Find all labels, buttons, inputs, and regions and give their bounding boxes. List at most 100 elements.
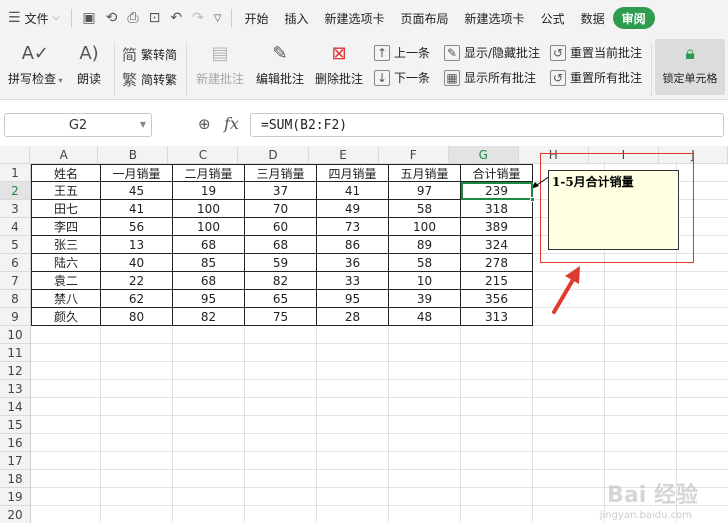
- table-cell[interactable]: 49: [317, 200, 389, 218]
- row-header[interactable]: 18: [0, 470, 31, 488]
- column-header-g[interactable]: G: [448, 146, 519, 164]
- column-header-b[interactable]: B: [98, 146, 169, 164]
- table-cell[interactable]: 41: [317, 182, 389, 200]
- table-cell[interactable]: [31, 416, 101, 434]
- table-cell[interactable]: [101, 362, 173, 380]
- table-cell[interactable]: [461, 344, 533, 362]
- row-header[interactable]: 6: [0, 254, 31, 272]
- table-cell[interactable]: [101, 506, 173, 523]
- row-header[interactable]: 12: [0, 362, 31, 380]
- header-cell[interactable]: 合计销量: [461, 164, 533, 182]
- fill-handle[interactable]: [530, 197, 535, 202]
- table-cell[interactable]: [245, 452, 317, 470]
- column-header-c[interactable]: C: [168, 146, 239, 164]
- table-cell[interactable]: [173, 470, 245, 488]
- table-cell[interactable]: [677, 344, 728, 362]
- table-cell[interactable]: [101, 344, 173, 362]
- table-cell[interactable]: [173, 398, 245, 416]
- table-cell[interactable]: 李四: [31, 218, 101, 236]
- undo-icon[interactable]: ↶: [170, 10, 182, 26]
- table-cell[interactable]: 313: [461, 308, 533, 326]
- table-cell[interactable]: [317, 434, 389, 452]
- table-cell[interactable]: [101, 488, 173, 506]
- table-cell[interactable]: [533, 416, 605, 434]
- table-cell[interactable]: 41: [101, 200, 173, 218]
- table-cell[interactable]: [677, 326, 728, 344]
- table-cell[interactable]: [31, 488, 101, 506]
- table-cell[interactable]: [317, 362, 389, 380]
- table-cell[interactable]: [533, 452, 605, 470]
- table-cell[interactable]: 37: [245, 182, 317, 200]
- table-cell[interactable]: [101, 416, 173, 434]
- table-cell[interactable]: [173, 488, 245, 506]
- table-cell[interactable]: 58: [389, 254, 461, 272]
- tab-insert[interactable]: 插入: [277, 6, 317, 30]
- table-cell[interactable]: [31, 470, 101, 488]
- row-header[interactable]: 14: [0, 398, 31, 416]
- table-cell[interactable]: 89: [389, 236, 461, 254]
- header-cell[interactable]: 四月销量: [317, 164, 389, 182]
- table-cell[interactable]: [533, 434, 605, 452]
- table-cell[interactable]: [317, 380, 389, 398]
- table-cell[interactable]: [173, 506, 245, 523]
- table-cell[interactable]: [317, 470, 389, 488]
- table-cell[interactable]: [605, 326, 677, 344]
- table-cell[interactable]: [245, 434, 317, 452]
- table-cell[interactable]: [101, 452, 173, 470]
- table-cell[interactable]: 73: [317, 218, 389, 236]
- table-cell[interactable]: [533, 470, 605, 488]
- table-cell[interactable]: [389, 452, 461, 470]
- table-cell[interactable]: [605, 308, 677, 326]
- table-cell[interactable]: 85: [173, 254, 245, 272]
- header-cell[interactable]: 二月销量: [173, 164, 245, 182]
- table-cell[interactable]: 10: [389, 272, 461, 290]
- delete-comment-button[interactable]: ⊠ 删除批注: [315, 42, 363, 87]
- table-cell[interactable]: [389, 488, 461, 506]
- table-cell[interactable]: [389, 506, 461, 523]
- row-header[interactable]: 15: [0, 416, 31, 434]
- tab-new-2[interactable]: 新建选项卡: [457, 6, 533, 30]
- table-cell[interactable]: [677, 272, 728, 290]
- table-cell[interactable]: [533, 326, 605, 344]
- table-cell[interactable]: [389, 416, 461, 434]
- table-cell[interactable]: 40: [101, 254, 173, 272]
- table-cell[interactable]: [317, 398, 389, 416]
- table-cell[interactable]: [173, 344, 245, 362]
- table-cell[interactable]: [605, 416, 677, 434]
- name-box[interactable]: G2 ▼: [4, 113, 152, 137]
- reset-current-comment-button[interactable]: ↺ 重置当前批注: [550, 44, 642, 61]
- table-cell[interactable]: [101, 434, 173, 452]
- table-cell[interactable]: [461, 362, 533, 380]
- column-header-d[interactable]: D: [238, 146, 309, 164]
- table-cell[interactable]: [677, 398, 728, 416]
- table-cell[interactable]: 田七: [31, 200, 101, 218]
- table-cell[interactable]: [31, 344, 101, 362]
- customize-qat-icon[interactable]: ▽: [214, 13, 222, 24]
- table-cell[interactable]: [31, 434, 101, 452]
- table-cell[interactable]: [461, 488, 533, 506]
- table-cell[interactable]: 100: [173, 200, 245, 218]
- to-simplified-button[interactable]: 繁 简转繁: [122, 69, 177, 90]
- table-cell[interactable]: [173, 434, 245, 452]
- show-all-comments-button[interactable]: ▦ 显示所有批注: [444, 69, 536, 86]
- table-cell[interactable]: [31, 326, 101, 344]
- table-cell[interactable]: [389, 344, 461, 362]
- redo-icon[interactable]: ↷: [192, 10, 204, 26]
- print-icon[interactable]: ⎙: [127, 10, 138, 26]
- table-cell[interactable]: [31, 506, 101, 523]
- next-comment-button[interactable]: ↓ 下一条: [374, 69, 430, 86]
- file-menu[interactable]: ☰ 文件 ⌵: [0, 6, 67, 30]
- table-cell[interactable]: [173, 380, 245, 398]
- lock-cell-button[interactable]: 🔒︎ 锁定单元格: [655, 39, 725, 95]
- previous-comment-button[interactable]: ↑ 上一条: [374, 44, 430, 61]
- table-cell[interactable]: 278: [461, 254, 533, 272]
- table-cell[interactable]: 22: [101, 272, 173, 290]
- table-cell[interactable]: 19: [173, 182, 245, 200]
- table-cell[interactable]: [677, 434, 728, 452]
- table-cell[interactable]: [677, 308, 728, 326]
- table-cell[interactable]: 215: [461, 272, 533, 290]
- table-cell[interactable]: 13: [101, 236, 173, 254]
- table-cell[interactable]: 张三: [31, 236, 101, 254]
- table-cell[interactable]: 58: [389, 200, 461, 218]
- table-cell[interactable]: [173, 416, 245, 434]
